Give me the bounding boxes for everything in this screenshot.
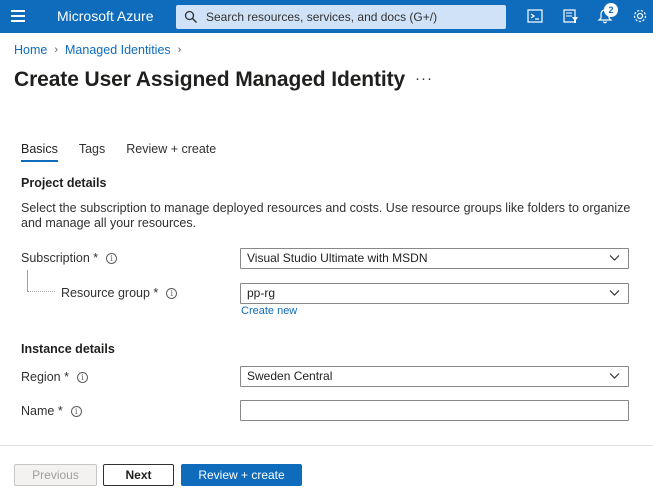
footer-divider [0,445,653,446]
tab-basics[interactable]: Basics [21,142,58,162]
search-placeholder: Search resources, services, and docs (G+… [206,10,438,24]
next-button[interactable]: Next [103,464,174,486]
chevron-down-icon [609,373,620,379]
info-icon[interactable]: i [166,287,178,299]
review-create-button[interactable]: Review + create [181,464,302,486]
previous-button[interactable]: Previous [14,464,97,486]
tree-connector [27,270,55,292]
global-search-box[interactable]: Search resources, services, and docs (G+… [176,5,506,29]
subscription-value: Visual Studio Ultimate with MSDN [247,251,428,265]
project-details-heading: Project details [21,176,107,190]
info-icon[interactable]: i [70,405,82,417]
name-label: Name * i [21,404,82,418]
tab-tags[interactable]: Tags [79,142,105,162]
subscription-label: Subscription * i [21,251,118,265]
create-new-resource-group-link[interactable]: Create new [241,305,297,317]
region-label: Region * i [21,370,88,384]
chevron-right-icon: › [177,44,182,56]
breadcrumb-home[interactable]: Home [14,43,47,57]
resource-group-value: pp-rg [247,286,276,300]
portal-brand[interactable]: Microsoft Azure [57,8,153,24]
project-details-description: Select the subscription to manage deploy… [21,201,631,230]
page-title: Create User Assigned Managed Identity [14,68,406,91]
subscription-label-text: Subscription * [21,251,99,265]
menu-icon[interactable] [11,10,25,22]
resource-group-label-text: Resource group * [61,286,159,300]
notifications-badge: 2 [604,3,618,17]
breadcrumb: Home › Managed Identities › [14,43,188,57]
breadcrumb-managed-identities[interactable]: Managed Identities [65,43,171,57]
chevron-right-icon: › [54,44,59,56]
info-icon[interactable]: i [106,252,118,264]
name-label-text: Name * [21,404,63,418]
cloud-shell-icon[interactable] [526,7,544,25]
search-icon [184,10,197,23]
directory-filter-icon[interactable] [562,7,580,25]
more-options-button[interactable]: ··· [415,70,433,87]
chevron-down-icon [609,290,620,296]
name-input[interactable] [240,400,629,421]
info-icon[interactable]: i [76,371,88,383]
region-select[interactable]: Sweden Central [240,366,629,387]
region-value: Sweden Central [247,369,333,383]
subscription-select[interactable]: Visual Studio Ultimate with MSDN [240,248,629,269]
wizard-tabs: Basics Tags Review + create [21,142,237,162]
top-bar: Microsoft Azure Search resources, servic… [0,0,653,33]
tab-review-create[interactable]: Review + create [126,142,216,162]
settings-icon[interactable] [631,7,649,25]
chevron-down-icon [609,255,620,261]
resource-group-select[interactable]: pp-rg [240,283,629,304]
resource-group-label: Resource group * i [61,286,178,300]
instance-details-heading: Instance details [21,342,115,356]
region-label-text: Region * [21,370,69,384]
